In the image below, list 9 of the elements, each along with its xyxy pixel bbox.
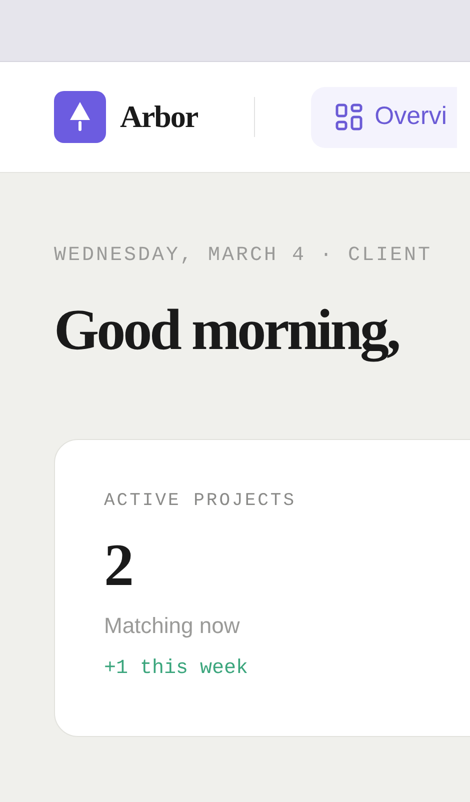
stat-delta: +1 this week bbox=[104, 656, 248, 682]
stat-value: 2 bbox=[104, 535, 134, 595]
nav-tab[interactable]: Overvi bbox=[310, 86, 457, 148]
date-eyebrow: WEDNESDAY, MARCH 4 · CLIENT bbox=[54, 243, 434, 269]
logo-icon bbox=[54, 91, 106, 143]
grid-icon bbox=[334, 103, 363, 131]
stat-caption: Matching now bbox=[104, 612, 240, 640]
stat-label: ACTIVE PROJECTS bbox=[104, 490, 296, 513]
brand-name: Arbor bbox=[120, 98, 198, 136]
